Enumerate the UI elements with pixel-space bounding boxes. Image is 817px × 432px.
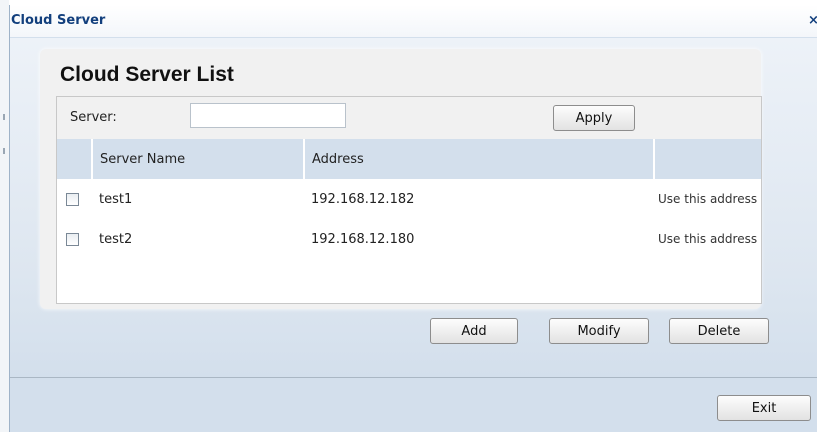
dialog-body: Cloud Server List Server: Apply Server N… bbox=[10, 38, 817, 378]
use-this-address-link[interactable]: Use this address bbox=[654, 219, 761, 259]
dialog-title: Cloud Server bbox=[11, 13, 106, 28]
delete-button[interactable]: Delete bbox=[669, 318, 769, 344]
server-name-cell: test1 bbox=[99, 191, 133, 207]
cloud-server-dialog: Cloud Server × Cloud Server List Server:… bbox=[9, 5, 817, 432]
server-name-cell: test2 bbox=[99, 231, 133, 247]
column-header-address: Address bbox=[304, 139, 655, 179]
address-cell: 192.168.12.180 bbox=[311, 231, 415, 247]
row-checkbox[interactable] bbox=[66, 232, 79, 246]
server-list-card: Cloud Server List Server: Apply Server N… bbox=[40, 49, 769, 344]
row-select-cell bbox=[57, 179, 92, 219]
exit-button[interactable]: Exit bbox=[717, 395, 811, 421]
server-table: Server Name Address test1 192.168.12.182 bbox=[57, 139, 761, 259]
dialog-footer: Exit bbox=[10, 378, 817, 432]
close-icon[interactable]: × bbox=[808, 13, 817, 29]
list-actions: Add Modify Delete bbox=[57, 318, 769, 348]
row-select-cell bbox=[57, 219, 92, 259]
table-header-row: Server Name Address bbox=[57, 139, 761, 179]
address-cell: 192.168.12.182 bbox=[311, 191, 415, 207]
table-row: test2 192.168.12.180 Use this address bbox=[57, 219, 761, 259]
page-title: Cloud Server List bbox=[60, 63, 234, 86]
dialog-titlebar: Cloud Server × bbox=[10, 5, 817, 37]
modify-button[interactable]: Modify bbox=[549, 318, 649, 344]
apply-button[interactable]: Apply bbox=[553, 105, 635, 131]
row-checkbox[interactable] bbox=[66, 192, 79, 206]
edge-mark bbox=[3, 148, 5, 154]
server-filter-row: Server: Apply bbox=[57, 97, 761, 140]
table-row: test1 192.168.12.182 Use this address bbox=[57, 179, 761, 219]
background-page-edge bbox=[0, 0, 9, 432]
add-button[interactable]: Add bbox=[430, 318, 518, 344]
edge-mark bbox=[3, 114, 5, 120]
use-this-address-link[interactable]: Use this address bbox=[654, 179, 761, 219]
column-header-action bbox=[654, 139, 761, 179]
server-input[interactable] bbox=[190, 103, 346, 128]
column-header-server-name: Server Name bbox=[92, 139, 305, 179]
server-list-box: Server: Apply Server Name Address test1 … bbox=[56, 96, 769, 344]
server-label: Server: bbox=[70, 110, 117, 125]
column-header-select bbox=[57, 139, 93, 179]
